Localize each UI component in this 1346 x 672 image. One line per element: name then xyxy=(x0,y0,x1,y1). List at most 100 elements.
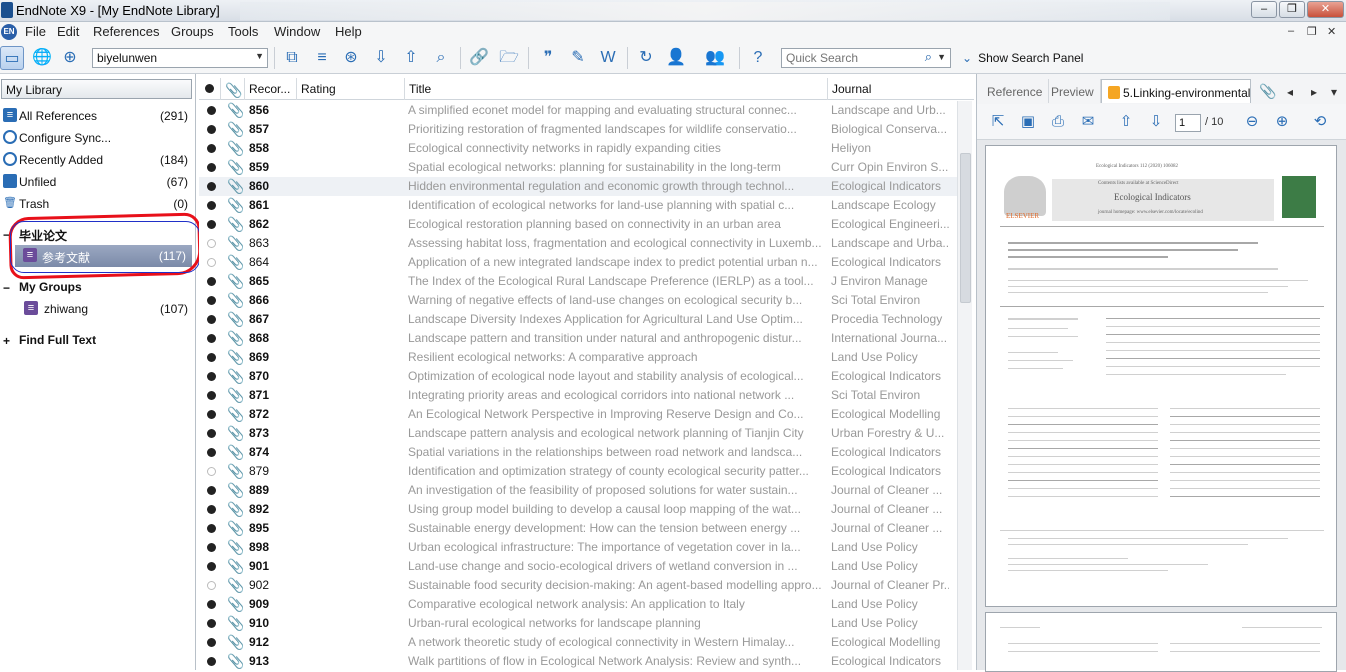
read-status-icon[interactable] xyxy=(207,581,216,590)
page-up-icon[interactable]: ⇧ xyxy=(1115,111,1137,133)
minimize-button[interactable]: – xyxy=(1251,1,1277,18)
read-status-icon[interactable] xyxy=(207,657,216,666)
table-row[interactable]: 📎 864 Application of a new integrated land… xyxy=(199,253,957,272)
word-icon[interactable]: W xyxy=(596,46,620,70)
library-header[interactable]: My Library xyxy=(1,79,192,99)
sync-icon[interactable]: ↻ xyxy=(634,46,658,70)
read-status-icon[interactable] xyxy=(207,353,216,362)
endnote-logo-icon[interactable]: EN xyxy=(1,24,17,40)
table-row[interactable]: 📎 861 Identification of ecological network… xyxy=(199,196,957,215)
table-row[interactable]: 📎 869 Resilient ecological networks: A com… xyxy=(199,348,957,367)
read-status-icon[interactable] xyxy=(207,277,216,286)
online-search-icon[interactable]: ⊛ xyxy=(339,46,363,70)
read-status-icon[interactable] xyxy=(207,125,216,134)
read-status-icon[interactable] xyxy=(207,429,216,438)
mdi-minimize-button[interactable]: – xyxy=(1288,25,1294,37)
table-row[interactable]: 📎 865 The Index of the Ecological Rural La… xyxy=(199,272,957,291)
read-status-icon[interactable] xyxy=(207,562,216,571)
save-icon[interactable]: ▣ xyxy=(1017,111,1039,133)
menu-file[interactable]: File xyxy=(25,24,46,39)
read-status-icon[interactable] xyxy=(207,391,216,400)
read-status-icon[interactable] xyxy=(207,144,216,153)
tab-pdf[interactable]: 5.Linking-environmental- xyxy=(1101,79,1251,103)
group-set-my-groups[interactable]: − My Groups xyxy=(0,276,194,298)
table-row[interactable]: 📎 871 Integrating priority areas and ecolo… xyxy=(199,386,957,405)
menu-tools[interactable]: Tools xyxy=(228,24,258,39)
table-row[interactable]: 📎 868 Landscape pattern and transition und… xyxy=(199,329,957,348)
column-record-number[interactable]: Recor... xyxy=(245,78,297,100)
read-status-icon[interactable] xyxy=(207,334,216,343)
menu-help[interactable]: Help xyxy=(335,24,362,39)
read-status-icon[interactable] xyxy=(207,524,216,533)
online-search-mode-icon[interactable]: 🌐 xyxy=(30,46,54,70)
table-row[interactable]: 📎 892 Using group model building to develo… xyxy=(199,500,957,519)
copy-to-library-icon[interactable]: ⧉ xyxy=(280,46,304,70)
column-read-status[interactable] xyxy=(199,78,221,100)
read-status-icon[interactable] xyxy=(207,486,216,495)
read-status-icon[interactable] xyxy=(207,258,216,267)
library-item-unfiled[interactable]: Unfiled (67) xyxy=(0,171,194,193)
tab-preview[interactable]: Preview xyxy=(1045,79,1101,103)
scrollbar-thumb[interactable] xyxy=(960,153,971,303)
restore-button[interactable]: ❐ xyxy=(1279,1,1305,18)
read-status-icon[interactable] xyxy=(207,296,216,305)
column-journal[interactable]: Journal xyxy=(828,78,957,100)
insert-citation-icon[interactable]: ❞ xyxy=(536,46,560,70)
table-row[interactable]: 📎 870 Optimization of ecological node layo… xyxy=(199,367,957,386)
table-row[interactable]: 📎 874 Spatial variations in the relationsh… xyxy=(199,443,957,462)
open-external-icon[interactable]: ⇱ xyxy=(987,111,1009,133)
local-library-mode-icon[interactable]: ▭ xyxy=(0,46,24,70)
read-status-icon[interactable] xyxy=(207,220,216,229)
find-full-text-icon[interactable]: ⌕ xyxy=(429,46,453,70)
library-item-recently-added[interactable]: Recently Added (184) xyxy=(0,149,194,171)
vertical-scrollbar[interactable] xyxy=(957,101,972,670)
read-status-icon[interactable] xyxy=(207,182,216,191)
read-status-icon[interactable] xyxy=(207,543,216,552)
group-item-cankaowenxian[interactable]: ≡ 参考文献 (117) xyxy=(15,245,192,267)
read-status-icon[interactable] xyxy=(207,372,216,381)
quick-search-box[interactable]: ⌕ ▼ xyxy=(781,48,951,68)
read-status-icon[interactable] xyxy=(207,315,216,324)
share-options-icon[interactable]: 👥 xyxy=(698,46,732,70)
table-row[interactable]: 📎 858 Ecological connectivity networks in … xyxy=(199,139,957,158)
format-paper-icon[interactable]: ✎ xyxy=(566,46,590,70)
library-item-all-references[interactable]: ≡ All References (291) xyxy=(0,105,194,127)
read-status-icon[interactable] xyxy=(207,505,216,514)
library-item-configure-sync[interactable]: Configure Sync... xyxy=(0,127,194,149)
library-item-trash[interactable]: 🗑 Trash (0) xyxy=(0,193,194,215)
menu-edit[interactable]: Edit xyxy=(57,24,79,39)
zoom-in-icon[interactable]: ⊕ xyxy=(1271,111,1293,133)
group-select[interactable]: biyelunwen ▼ xyxy=(92,48,268,68)
table-row[interactable]: 📎 866 Warning of negative effects of land-… xyxy=(199,291,957,310)
table-row[interactable]: 📎 912 A network theoretic study of ecologi… xyxy=(199,633,957,652)
quick-search-input[interactable] xyxy=(782,49,912,67)
table-row[interactable]: 📎 862 Ecological restoration planning base… xyxy=(199,215,957,234)
export-icon[interactable]: ⇧ xyxy=(399,46,423,70)
read-status-icon[interactable] xyxy=(207,619,216,628)
table-row[interactable]: 📎 863 Assessing habitat loss, fragmentatio… xyxy=(199,234,957,253)
read-status-icon[interactable] xyxy=(207,467,216,476)
menu-references[interactable]: References xyxy=(93,24,159,39)
rotate-icon[interactable]: ⟲ xyxy=(1309,111,1331,133)
read-status-icon[interactable] xyxy=(207,600,216,609)
column-attachment[interactable]: 📎 xyxy=(221,78,245,100)
print-icon[interactable]: ⎙ xyxy=(1047,111,1069,133)
share-icon[interactable]: 👤 xyxy=(664,46,688,70)
table-row[interactable]: 📎 873 Landscape pattern analysis and ecolo… xyxy=(199,424,957,443)
search-icon[interactable]: ⌕ xyxy=(925,49,932,65)
open-link-icon[interactable]: 🔗 xyxy=(467,46,491,70)
read-status-icon[interactable] xyxy=(207,638,216,647)
read-status-icon[interactable] xyxy=(207,163,216,172)
table-row[interactable]: 📎 913 Walk partitions of flow in Ecologica… xyxy=(199,652,957,671)
table-row[interactable]: 📎 902 Sustainable food security decision-m… xyxy=(199,576,957,595)
table-row[interactable]: 📎 901 Land-use change and socio-ecological… xyxy=(199,557,957,576)
read-status-icon[interactable] xyxy=(207,410,216,419)
page-down-icon[interactable]: ⇩ xyxy=(1145,111,1167,133)
collapse-icon[interactable]: − xyxy=(3,281,10,295)
table-row[interactable]: 📎 867 Landscape Diversity Indexes Applicat… xyxy=(199,310,957,329)
tab-menu-icon[interactable]: ▾ xyxy=(1325,79,1343,103)
table-row[interactable]: 📎 860 Hidden environmental regulation and … xyxy=(199,177,957,196)
read-status-icon[interactable] xyxy=(207,201,216,210)
read-status-icon[interactable] xyxy=(207,239,216,248)
table-row[interactable]: 📎 879 Identification and optimization stra… xyxy=(199,462,957,481)
